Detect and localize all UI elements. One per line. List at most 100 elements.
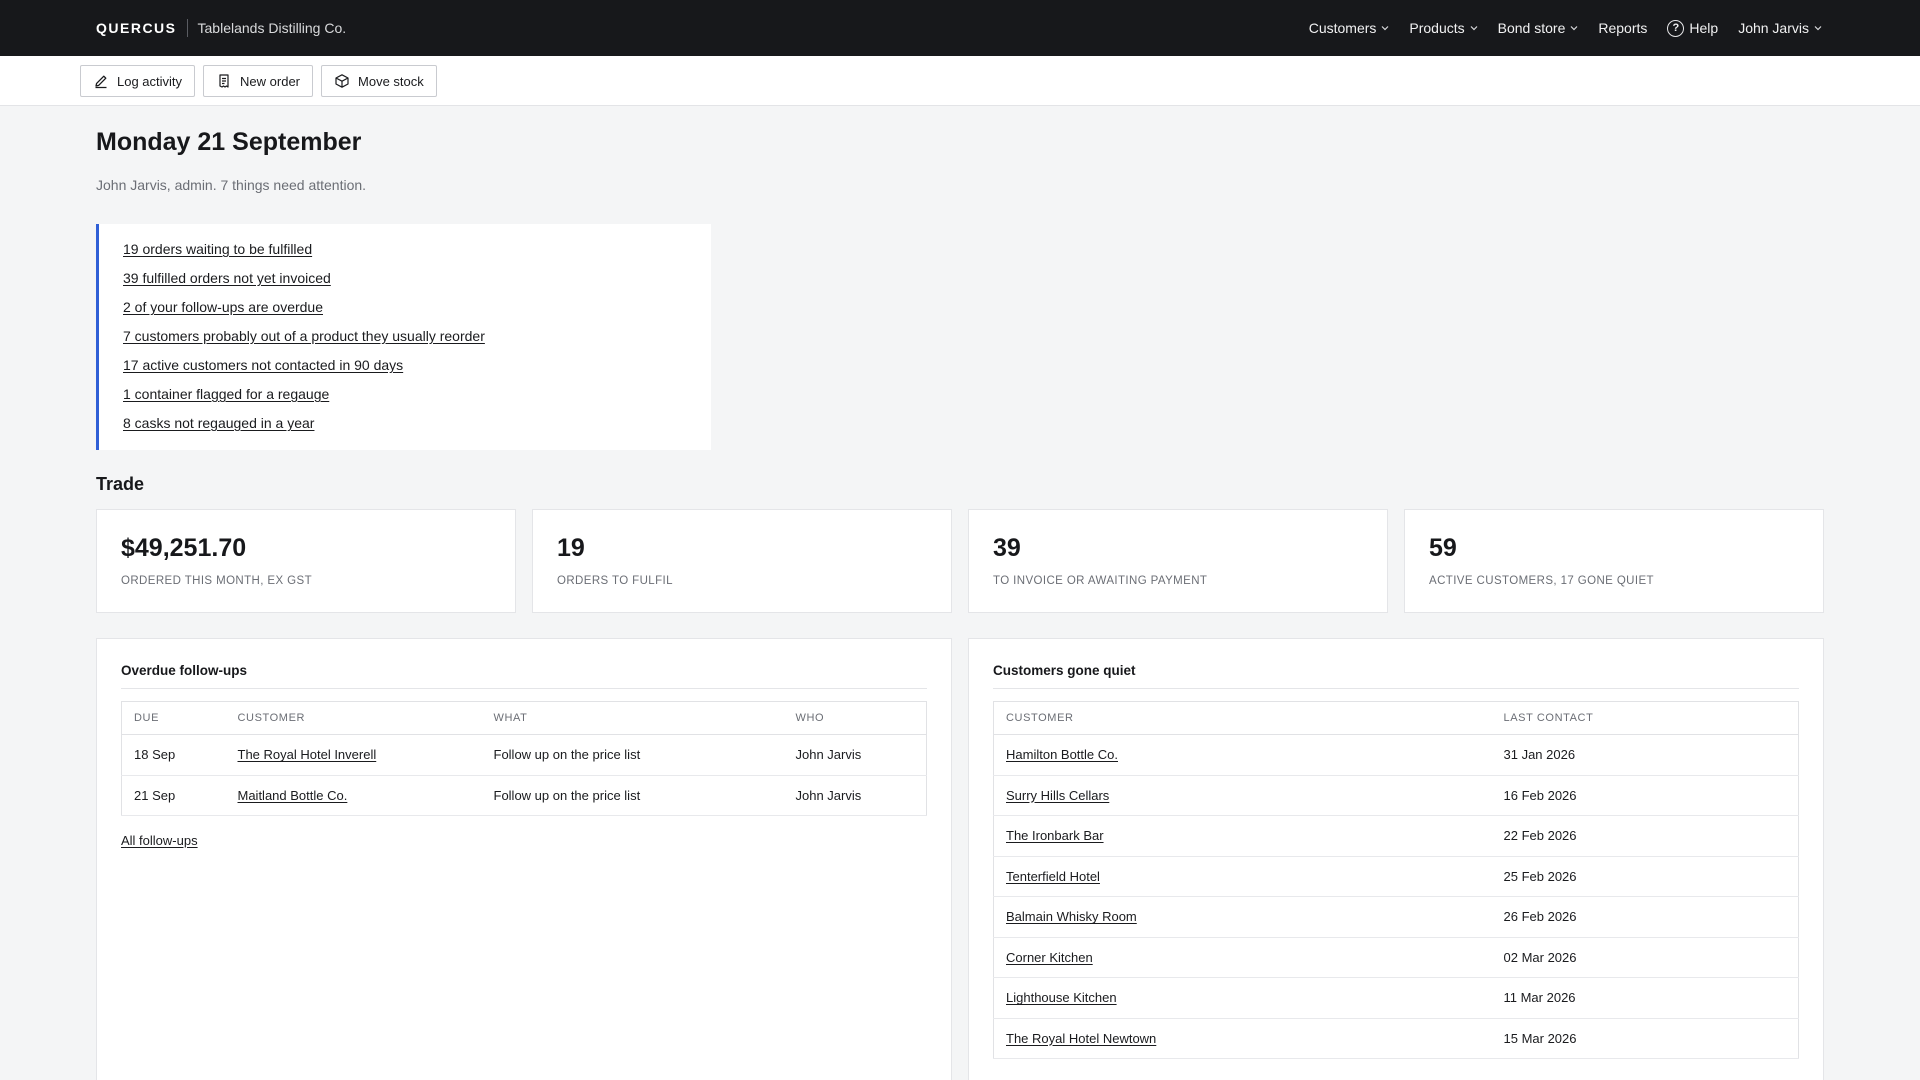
nav-help[interactable]: ? Help: [1667, 19, 1719, 37]
table-row: Balmain Whisky Room 26 Feb 2026: [993, 896, 1799, 938]
nav-products[interactable]: Products: [1409, 20, 1478, 36]
attention-panel: 19 orders waiting to be fulfilled 39 ful…: [96, 224, 711, 450]
chevron-down-icon: [1814, 26, 1822, 31]
attention-link[interactable]: 39 fulfilled orders not yet invoiced: [123, 270, 331, 286]
attention-link[interactable]: 19 orders waiting to be fulfilled: [123, 241, 312, 257]
column-header-what[interactable]: What: [481, 701, 784, 735]
stat-card-to-invoice: 39 To invoice or awaiting payment: [968, 509, 1388, 613]
list-item: 8 casks not regauged in a year: [123, 415, 711, 444]
chevron-down-icon: [1570, 26, 1578, 31]
list-item: 17 active customers not contacted in 90 …: [123, 357, 711, 386]
attention-link[interactable]: 17 active customers not contacted in 90 …: [123, 357, 403, 373]
top-nav-bar: QUERCUS Tablelands Distilling Co. Custom…: [0, 0, 1920, 56]
company-name: Tablelands Distilling Co.: [197, 20, 347, 36]
table-row: Surry Hills Cellars 16 Feb 2026: [993, 775, 1799, 816]
stat-label: Ordered this month, ex GST: [121, 575, 313, 587]
nav-customers[interactable]: Customers: [1309, 20, 1390, 36]
quick-actions: Log activity New order Move stock: [80, 65, 437, 97]
table-row: 21 Sep Maitland Bottle Co. Follow up on …: [121, 775, 927, 816]
customer-link[interactable]: Balmain Whisky Room: [1006, 909, 1137, 924]
customer-link[interactable]: Surry Hills Cellars: [1006, 788, 1109, 803]
nav-reports-label: Reports: [1598, 20, 1648, 36]
cell-last-contact: 16 Feb 2026: [1491, 775, 1799, 816]
customer-link[interactable]: Hamilton Bottle Co.: [1006, 747, 1118, 762]
cell-last-contact: 31 Jan 2026: [1491, 734, 1799, 776]
cell-last-contact: 25 Feb 2026: [1491, 856, 1799, 897]
table-row: Lighthouse Kitchen 11 Mar 2026: [993, 977, 1799, 1019]
customer-link[interactable]: The Ironbark Bar: [1006, 828, 1104, 843]
list-item: 39 fulfilled orders not yet invoiced: [123, 270, 711, 299]
column-header-customer[interactable]: Customer: [993, 701, 1492, 735]
cell-last-contact: 02 Mar 2026: [1491, 937, 1799, 978]
quiet-customers-table: Customer Last contact Hamilton Bottle Co…: [993, 701, 1799, 1059]
all-followups-link[interactable]: All follow-ups: [121, 833, 198, 848]
stat-card-ordered: $49,251.70 Ordered this month, ex GST: [96, 509, 516, 613]
user-menu[interactable]: John Jarvis: [1738, 20, 1822, 36]
attention-link[interactable]: 2 of your follow-ups are overdue: [123, 299, 323, 315]
nav-reports[interactable]: Reports: [1598, 20, 1647, 36]
customer-link[interactable]: Tenterfield Hotel: [1006, 869, 1100, 884]
table-row: Hamilton Bottle Co. 31 Jan 2026: [993, 734, 1799, 776]
cell-customer: The Royal Hotel Newtown: [993, 1018, 1492, 1059]
followups-table: Due Customer What Who 18 Sep The Royal H…: [121, 701, 927, 816]
trade-section-title: Trade: [96, 474, 145, 494]
cell-last-contact: 26 Feb 2026: [1491, 896, 1799, 938]
list-item: 1 container flagged for a regauge: [123, 386, 711, 415]
stat-label: Orders to fulfil: [557, 575, 673, 587]
customer-link[interactable]: Corner Kitchen: [1006, 950, 1093, 965]
cell-last-contact: 11 Mar 2026: [1491, 977, 1799, 1019]
app-logo[interactable]: QUERCUS: [96, 20, 177, 36]
cell-what: Follow up on the price list: [481, 734, 784, 776]
cell-customer: Surry Hills Cellars: [993, 775, 1492, 816]
page-title: Monday 21 September: [96, 128, 362, 156]
user-name: John Jarvis: [1738, 20, 1809, 36]
table-row: Corner Kitchen 02 Mar 2026: [993, 937, 1799, 978]
cell-customer: Maitland Bottle Co.: [225, 775, 482, 816]
column-header-customer[interactable]: Customer: [225, 701, 482, 735]
quiet-customers-panel: Customers gone quiet Customer Last conta…: [968, 638, 1824, 1080]
brand[interactable]: QUERCUS Tablelands Distilling Co.: [96, 0, 346, 56]
brand-divider: [186, 19, 188, 37]
log-activity-button[interactable]: Log activity: [80, 65, 196, 97]
customer-link[interactable]: Maitland Bottle Co.: [238, 788, 348, 803]
nav-help-label: Help: [1689, 20, 1719, 36]
help-icon: ?: [1667, 19, 1685, 37]
column-header-who[interactable]: Who: [783, 701, 927, 735]
stat-card-customers: 59 Active customers, 17 gone quiet: [1404, 509, 1824, 613]
stat-value: $49,251.70: [121, 534, 247, 562]
nav-bond-store-label: Bond store: [1497, 20, 1566, 36]
cell-last-contact: 15 Mar 2026: [1491, 1018, 1799, 1059]
column-header-due[interactable]: Due: [121, 701, 226, 735]
table-row: 18 Sep The Royal Hotel Inverell Follow u…: [121, 734, 927, 776]
customer-link[interactable]: The Royal Hotel Inverell: [238, 747, 377, 762]
attention-link[interactable]: 8 casks not regauged in a year: [123, 415, 314, 431]
page-subtitle: John Jarvis, admin. 7 things need attent…: [96, 177, 367, 193]
panel-title: Overdue follow-ups: [121, 663, 927, 689]
customer-link[interactable]: The Royal Hotel Newtown: [1006, 1031, 1156, 1046]
box-icon: [335, 74, 349, 88]
list-item: 19 orders waiting to be fulfilled: [123, 241, 711, 270]
cell-what: Follow up on the price list: [481, 775, 784, 816]
attention-link[interactable]: 7 customers probably out of a product th…: [123, 328, 485, 344]
move-stock-label: Move stock: [358, 73, 424, 89]
new-order-button[interactable]: New order: [203, 65, 314, 97]
attention-link[interactable]: 1 container flagged for a regauge: [123, 386, 329, 402]
column-header-last-contact[interactable]: Last contact: [1491, 701, 1799, 735]
cell-customer: The Royal Hotel Inverell: [225, 734, 482, 776]
nav-products-label: Products: [1409, 20, 1465, 36]
action-bar: Log activity New order Move stock: [0, 56, 1920, 106]
list-item: 7 customers probably out of a product th…: [123, 328, 711, 357]
table-row: The Royal Hotel Newtown 15 Mar 2026: [993, 1018, 1799, 1059]
stat-label: To invoice or awaiting payment: [993, 575, 1208, 587]
table-header-row: Customer Last contact: [993, 701, 1799, 735]
main-nav: Customers Products Bond store Reports ? …: [1309, 0, 1822, 56]
panel-title: Customers gone quiet: [993, 663, 1799, 689]
cell-customer: Lighthouse Kitchen: [993, 977, 1492, 1019]
list-item: 2 of your follow-ups are overdue: [123, 299, 711, 328]
customer-link[interactable]: Lighthouse Kitchen: [1006, 990, 1117, 1005]
cell-last-contact: 22 Feb 2026: [1491, 815, 1799, 857]
cell-customer: Balmain Whisky Room: [993, 896, 1492, 938]
nav-bond-store[interactable]: Bond store: [1498, 20, 1579, 36]
move-stock-button[interactable]: Move stock: [321, 65, 437, 97]
stat-value: 19: [557, 534, 585, 562]
